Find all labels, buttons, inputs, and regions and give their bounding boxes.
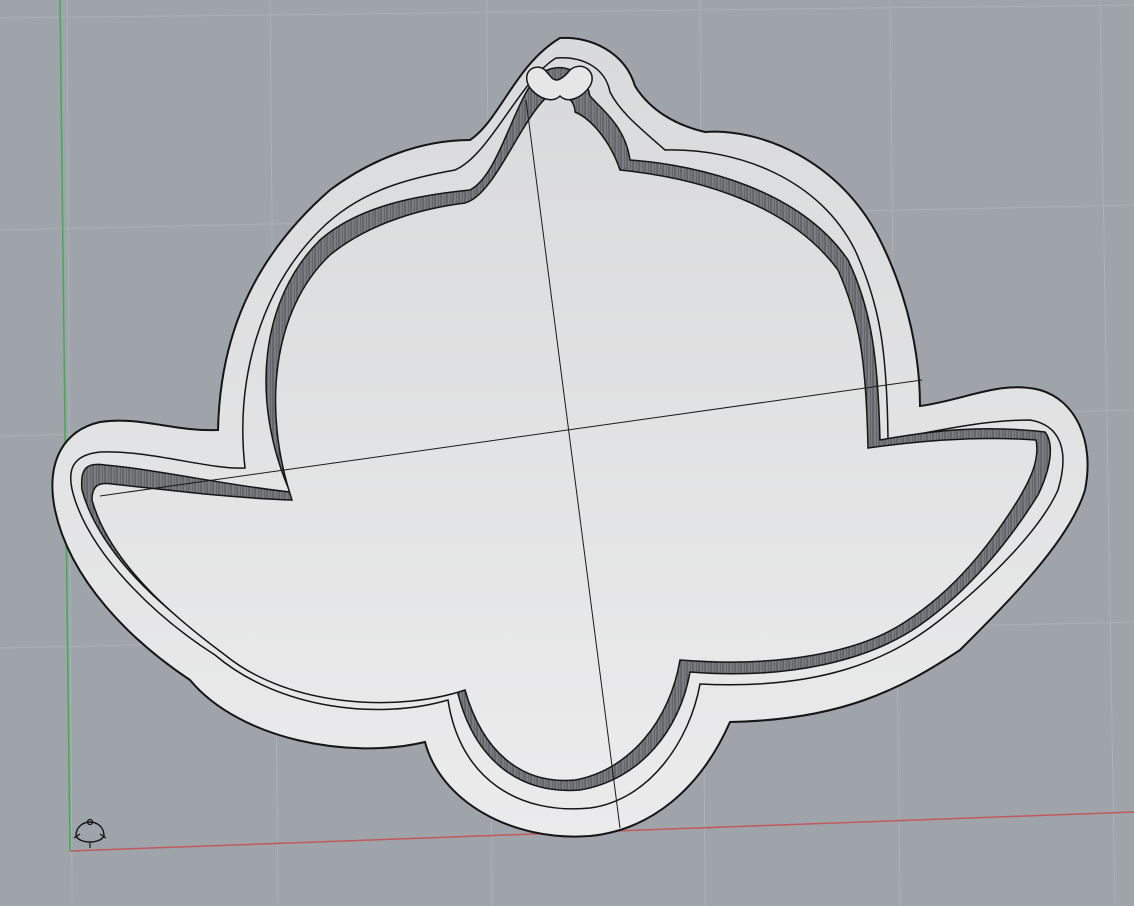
cookie-cutter-model[interactable]	[51, 36, 1089, 838]
y-axis-line	[59, 0, 71, 852]
viewport-canvas[interactable]	[0, 0, 1134, 906]
3d-viewport[interactable]	[0, 0, 1134, 906]
world-axes-icon	[73, 818, 107, 848]
